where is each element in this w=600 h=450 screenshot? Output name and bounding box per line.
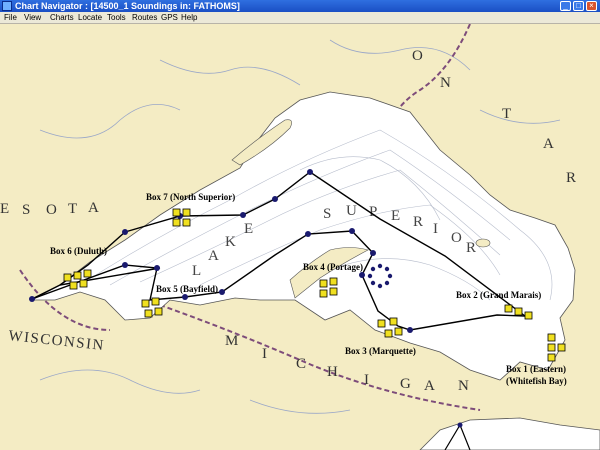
lake-letter: E xyxy=(244,221,253,237)
title-bar: Chart Navigator : [14500_1 Soundings in:… xyxy=(0,0,600,12)
lake-letter: R xyxy=(466,240,476,256)
menu-gps[interactable]: GPS xyxy=(161,12,178,24)
box-label: Box 7 (North Superior) xyxy=(146,192,235,202)
menu-locate[interactable]: Locate xyxy=(78,12,102,24)
lake-letter: O xyxy=(451,230,462,246)
menu-routes[interactable]: Routes xyxy=(132,12,157,24)
box-label: Box 2 (Grand Marais) xyxy=(456,290,541,300)
waypoint-icon[interactable] xyxy=(122,262,128,268)
lake-letter: L xyxy=(192,263,201,279)
menu-view[interactable]: View xyxy=(24,12,41,24)
box-label: Box 1 (Eastern) xyxy=(506,364,566,374)
michigan-letter: I xyxy=(262,346,267,362)
waypoint-icon[interactable] xyxy=(154,265,160,271)
menu-help[interactable]: Help xyxy=(181,12,197,24)
waypoint-icon[interactable] xyxy=(305,231,311,237)
michigan-letter: H xyxy=(327,364,338,380)
menu-tools[interactable]: Tools xyxy=(107,12,126,24)
waypoint-icon[interactable] xyxy=(457,422,463,428)
michigan-letter: I xyxy=(364,372,369,388)
waypoint-icon[interactable] xyxy=(182,294,188,300)
michigan-letter: M xyxy=(225,333,238,349)
lake-letter: A xyxy=(208,248,219,264)
box-label: Box 6 (Duluth) xyxy=(50,246,107,256)
menu-charts[interactable]: Charts xyxy=(50,12,74,24)
box-label: Box 4 (Portage) xyxy=(303,262,363,272)
ontario-letter: R xyxy=(566,170,576,186)
maximize-button[interactable]: □ xyxy=(573,1,584,11)
lake-letter: E xyxy=(391,208,400,224)
lake-letter: I xyxy=(433,221,438,237)
michigan-letter: C xyxy=(296,356,306,372)
waypoint-icon[interactable] xyxy=(407,327,413,333)
waypoint-icon[interactable] xyxy=(240,212,246,218)
michigan-letter: G xyxy=(400,376,411,392)
box-label: Box 3 (Marquette) xyxy=(345,346,416,356)
window-title: Chart Navigator : [14500_1 Soundings in:… xyxy=(15,1,240,11)
waypoint-icon[interactable] xyxy=(349,228,355,234)
ontario-letter: T xyxy=(502,106,511,122)
ontario-letter: O xyxy=(412,48,423,64)
waypoint-icon[interactable] xyxy=(219,289,225,295)
minimize-button[interactable]: _ xyxy=(560,1,571,11)
lake-letter: U xyxy=(346,203,357,219)
michigan-letter: A xyxy=(424,378,435,394)
menu-file[interactable]: File xyxy=(4,12,17,24)
minnesota-letter: T xyxy=(68,201,77,217)
lake-letter: R xyxy=(413,214,423,230)
lake-letter: K xyxy=(225,234,236,250)
minnesota-letter: O xyxy=(46,202,57,218)
app-icon xyxy=(2,1,12,11)
ontario-letter: N xyxy=(440,75,451,91)
waypoint-icon[interactable] xyxy=(29,296,35,302)
lake-letter: S xyxy=(323,206,331,222)
minnesota-letter: S xyxy=(22,202,30,218)
michigan-letter: N xyxy=(458,378,469,394)
waypoint-icon[interactable] xyxy=(122,229,128,235)
waypoint-icon[interactable] xyxy=(359,272,365,278)
waypoint-icon[interactable] xyxy=(272,196,278,202)
waypoint-icon[interactable] xyxy=(370,250,376,256)
chart-map[interactable]: O N T A R E S O T A WISCONSIN M I C H I … xyxy=(0,24,600,450)
ontario-letter: A xyxy=(543,136,554,152)
minnesota-letter: A xyxy=(88,200,99,216)
box-sublabel: (Whitefish Bay) xyxy=(506,376,567,386)
waypoint-icon[interactable] xyxy=(307,169,313,175)
box-label: Box 5 (Bayfield) xyxy=(156,284,218,294)
michipicoten-island xyxy=(475,238,491,248)
menu-bar: File View Charts Locate Tools Routes GPS… xyxy=(0,12,600,24)
close-button[interactable]: × xyxy=(586,1,597,11)
minnesota-letter: E xyxy=(0,201,9,217)
